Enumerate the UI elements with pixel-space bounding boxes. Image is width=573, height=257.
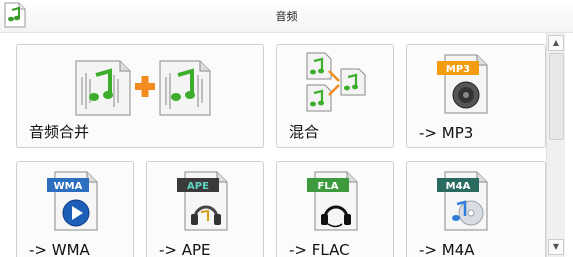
scroll-up-button[interactable]: ▲	[548, 35, 564, 51]
tile-to-wma[interactable]: WMA -> WMA	[16, 161, 134, 257]
audio-tools-grid: 音频合并 混合 MP3 -> MP3 WMA -> WMA APE -> APE…	[0, 33, 546, 257]
tile-label: 混合	[289, 123, 320, 141]
merge-audio-icon	[75, 60, 211, 116]
tile-label: -> MP3	[419, 124, 474, 142]
ape-file-icon: APE	[177, 171, 228, 231]
mp3-file-icon: MP3	[437, 54, 488, 114]
m4a-file-icon: M4A	[437, 171, 488, 231]
svg-text:WMA: WMA	[54, 181, 83, 192]
tile-audio-mix[interactable]: 混合	[276, 44, 394, 148]
tile-label: -> APE	[159, 241, 211, 257]
tile-to-flac[interactable]: FLA -> FLAC	[276, 161, 394, 257]
tile-to-m4a[interactable]: M4A -> M4A	[406, 161, 546, 257]
tile-label: 音频合并	[29, 123, 90, 141]
vertical-scrollbar[interactable]: ▲ ▼	[546, 33, 565, 257]
tile-label: -> FLAC	[289, 241, 350, 257]
svg-text:M4A: M4A	[446, 181, 471, 192]
tile-to-mp3[interactable]: MP3 -> MP3	[406, 44, 546, 148]
title-bar: 音频	[0, 0, 573, 33]
scroll-down-button[interactable]: ▼	[548, 239, 564, 255]
window-title: 音频	[275, 10, 298, 23]
svg-text:MP3: MP3	[446, 64, 470, 75]
tile-label: -> M4A	[419, 241, 475, 257]
svg-text:APE: APE	[187, 181, 209, 192]
mix-audio-icon	[306, 52, 366, 112]
scrollbar-thumb[interactable]	[549, 53, 564, 140]
tile-label: -> WMA	[29, 241, 90, 257]
tile-to-ape[interactable]: APE -> APE	[146, 161, 264, 257]
svg-text:FLA: FLA	[318, 181, 339, 192]
flac-file-icon: FLA	[307, 171, 358, 231]
wma-file-icon: WMA	[47, 171, 98, 231]
tile-audio-merge[interactable]: 音频合并	[16, 44, 264, 148]
